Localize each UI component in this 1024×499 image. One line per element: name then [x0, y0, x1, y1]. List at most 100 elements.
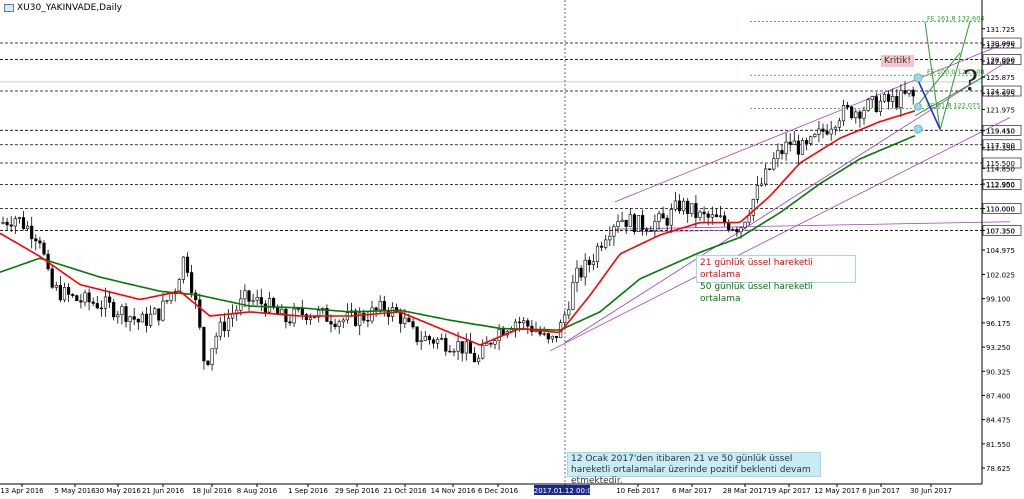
- candle-body: [247, 290, 251, 302]
- candle-body: [276, 307, 280, 314]
- candle-body: [444, 337, 448, 352]
- candle-body: [481, 345, 485, 359]
- candle-body: [1, 221, 5, 224]
- y-tick-label: 104.975: [986, 247, 1015, 255]
- candle-body: [587, 259, 591, 265]
- candle-body: [308, 317, 313, 321]
- x-tick-label: 1 Sep 2016: [288, 487, 328, 495]
- candle-body: [612, 226, 616, 237]
- candle-body: [140, 313, 145, 323]
- x-tick-label: 13 Apr 2016: [0, 487, 44, 495]
- candle-body: [870, 96, 874, 101]
- candle-body: [403, 317, 407, 324]
- candle-body: [132, 316, 136, 320]
- candle-body: [243, 290, 247, 300]
- candle-body: [722, 215, 727, 224]
- candle-body: [554, 335, 559, 339]
- candle-body: [399, 311, 403, 324]
- candle-body: [681, 200, 686, 212]
- candle-body: [792, 140, 796, 145]
- candle-body: [103, 296, 108, 309]
- candle-body: [813, 134, 817, 137]
- x-tick-label: 6 Dec 2016: [478, 487, 519, 495]
- ma-legend: 21 günlük üssel hareketli ortalama 50 gü…: [696, 255, 856, 304]
- candle-body: [886, 94, 891, 102]
- x-tick-label: 6 Jun 2017: [862, 487, 900, 495]
- candle-body: [825, 131, 829, 135]
- candle-body: [731, 228, 735, 231]
- candle-body: [772, 158, 776, 170]
- candle-body: [542, 333, 546, 335]
- candle-body: [30, 225, 34, 240]
- candle-body: [288, 321, 292, 324]
- candle-body: [128, 316, 132, 322]
- candle-body: [218, 321, 222, 337]
- candle-body: [382, 301, 386, 312]
- candle-body: [9, 224, 13, 227]
- candle-body: [841, 105, 846, 122]
- candle-body: [58, 284, 62, 301]
- candle-body: [579, 267, 583, 278]
- candle-body: [91, 301, 95, 304]
- candle-body: [829, 128, 833, 135]
- channel-line: [614, 40, 1011, 203]
- x-tick-label: 21 Jun 2016: [142, 487, 185, 495]
- channel-line: [549, 117, 1011, 352]
- candle-body: [714, 214, 718, 218]
- candle-body: [616, 221, 620, 227]
- y-tick-label: 78.625: [986, 465, 1011, 473]
- candle-body: [899, 90, 903, 108]
- fib-level-label: FE 161.8 132.604: [927, 14, 984, 22]
- y-tick-label: 127.825: [986, 58, 1015, 66]
- candle-body: [575, 267, 579, 283]
- candle-body: [431, 339, 436, 344]
- candle-body: [620, 219, 624, 222]
- candle-body: [79, 300, 83, 303]
- candle-body: [739, 227, 743, 233]
- candle-body: [796, 140, 800, 155]
- candle-body: [636, 215, 641, 233]
- x-tick-label: 28 Mar 2017: [723, 487, 767, 495]
- candle-body: [210, 348, 214, 365]
- candle-body: [251, 299, 255, 302]
- candle-body: [38, 240, 42, 244]
- x-tick-label: 18 Jul 2016: [192, 487, 232, 495]
- candle-body: [608, 235, 612, 241]
- candle-body: [42, 242, 46, 255]
- y-tick-label: 93.250: [986, 344, 1011, 352]
- y-tick-label: 84.475: [986, 417, 1011, 425]
- candle-body: [702, 211, 706, 215]
- candle-body: [735, 228, 739, 233]
- y-tick-label: 87.400: [986, 392, 1011, 400]
- y-tick-label: 129.775: [986, 42, 1015, 50]
- y-tick-label: 117.350: [986, 145, 1015, 153]
- x-tick-label: 29 Sep 2016: [335, 487, 380, 495]
- y-tick-label: 119.410: [986, 128, 1015, 136]
- candle-body: [214, 335, 218, 349]
- candle-body: [157, 308, 161, 321]
- candle-body: [850, 106, 854, 119]
- candle-body: [833, 126, 837, 130]
- candle-body: [460, 341, 464, 354]
- candle-body: [62, 286, 67, 301]
- candle-body: [312, 316, 317, 319]
- price-chart[interactable]: 130.000128.000124.200119.450117.700115.5…: [0, 0, 1024, 499]
- candle-body: [255, 297, 259, 301]
- candle-body: [599, 245, 604, 248]
- candle-body: [456, 341, 460, 352]
- candle-body: [882, 94, 887, 102]
- x-tick-label: 5 May 2016: [54, 487, 96, 495]
- candle-body: [95, 303, 99, 309]
- candle-body: [423, 336, 427, 341]
- candle-body: [501, 329, 505, 336]
- candle-body: [116, 314, 120, 318]
- candle-body: [768, 168, 772, 170]
- fib-level-label: FE 61.8 122.075: [927, 102, 980, 110]
- y-tick-label: 107.350: [986, 227, 1015, 235]
- x-tick-label: 30 Jun 2017: [910, 487, 952, 495]
- candle-body: [845, 105, 850, 108]
- x-tick-label: 30 May 2016: [95, 487, 141, 495]
- y-tick-label: 121.975: [986, 106, 1015, 114]
- candle-body: [673, 200, 677, 210]
- candle-body: [657, 213, 661, 222]
